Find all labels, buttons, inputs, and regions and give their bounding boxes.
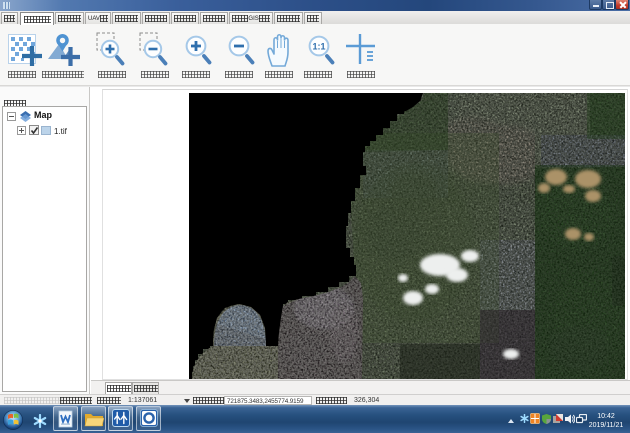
svg-text:1:1: 1:1 bbox=[312, 42, 325, 52]
